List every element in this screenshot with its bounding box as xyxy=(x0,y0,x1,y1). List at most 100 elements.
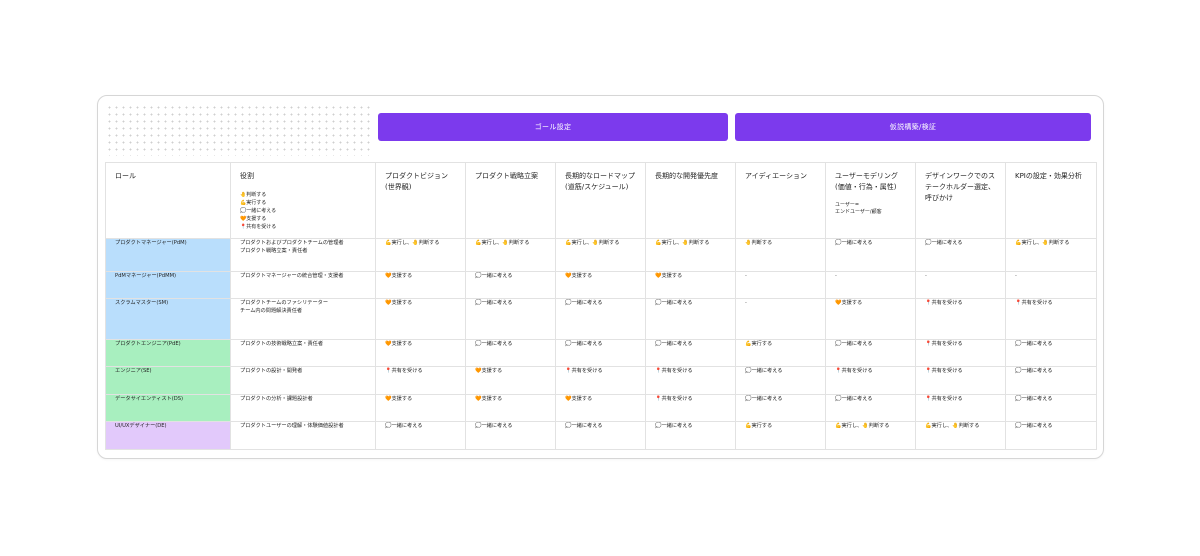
legend-item: 💪実行する xyxy=(240,200,267,206)
raci-board: ゴール設定 仮説構築/検証 ロール 役割 🤚判断する 💪実行する 💭一緒に考える… xyxy=(97,95,1104,459)
table-row: UI/UXデザイナー(DE) プロダクトユーザーの理解・体験価値設計者 💭一緒に考え… xyxy=(105,421,1097,450)
role-cell: スクラムマスター(SM) xyxy=(105,298,231,340)
description-cell: プロダクトの設計・開発者 xyxy=(230,366,376,395)
role-cell: PdMマネージャー(PdMM) xyxy=(105,271,231,299)
group-goal-setting[interactable]: ゴール設定 xyxy=(378,113,728,141)
responsibility-cell[interactable]: 🧡支援する xyxy=(555,271,646,299)
responsibility-cell[interactable]: 💭一緒に考える xyxy=(465,298,556,340)
role-cell: UI/UXデザイナー(DE) xyxy=(105,421,231,450)
column-subtitle: ユーザー= エンドユーザー/顧客 xyxy=(835,202,882,215)
responsibility-cell[interactable]: 💭一緒に考える xyxy=(465,421,556,450)
header-row: ロール 役割 🤚判断する 💪実行する 💭一緒に考える 🧡支援する 📍共有を受ける… xyxy=(105,162,1097,239)
role-cell: データサイエンティスト(DS) xyxy=(105,394,231,422)
column-title: アイディエーション xyxy=(745,172,808,180)
responsibility-cell[interactable]: 💭一緒に考える xyxy=(645,298,736,340)
role-cell: プロダクトマネージャー(PdM) xyxy=(105,238,231,272)
responsibility-cell[interactable]: 💭一緒に考える xyxy=(465,271,556,299)
responsibility-cell[interactable]: 🧡支援する xyxy=(375,271,466,299)
yakuwari-title: 役割 xyxy=(240,172,254,180)
dot-grid-decoration xyxy=(106,104,374,156)
group-hypothesis[interactable]: 仮説構築/検証 xyxy=(735,113,1091,141)
responsibility-cell[interactable]: - xyxy=(735,271,826,299)
responsibility-cell[interactable]: 🧡支援する xyxy=(375,339,466,367)
responsibility-cell[interactable]: 📍共有を受ける xyxy=(555,366,646,395)
responsibility-cell[interactable]: 💪実行し、🤚判断する xyxy=(645,238,736,272)
table-row: エンジニア(SE) プロダクトの設計・開発者 📍共有を受ける 🧡支援する 📍共有を受ける… xyxy=(105,366,1097,395)
responsibility-cell[interactable]: 🧡支援する xyxy=(645,271,736,299)
column-header: プロダクトビジョン (世界観) xyxy=(375,162,466,239)
responsibility-cell[interactable]: - xyxy=(1005,271,1097,299)
responsibility-cell[interactable]: 💭一緒に考える xyxy=(825,339,916,367)
legend-item: 📍共有を受ける xyxy=(240,224,277,230)
responsibility-cell[interactable]: 💪実行する xyxy=(735,339,826,367)
responsibility-cell[interactable]: 🧡支援する xyxy=(465,366,556,395)
responsibility-cell[interactable]: - xyxy=(825,271,916,299)
responsibility-cell[interactable]: 💭一緒に考える xyxy=(1005,394,1097,422)
column-title: 長期的なロードマップ (道筋/スケジュール) xyxy=(565,172,635,191)
responsibility-cell[interactable]: 💪実行し、🤚判断する xyxy=(465,238,556,272)
column-header: デザインワークでのス テークホルダー選定、 呼びかけ xyxy=(915,162,1006,239)
responsibility-cell[interactable]: 📍共有を受ける xyxy=(1005,298,1097,340)
responsibility-cell[interactable]: 📍共有を受ける xyxy=(915,298,1006,340)
description-cell: プロダクトユーザーの理解・体験価値設計者 xyxy=(230,421,376,450)
responsibility-cell[interactable]: 💭一緒に考える xyxy=(825,394,916,422)
table-row: プロダクトエンジニア(PdE) プロダクトの技術戦略立案・責任者 🧡支援する 💭一緒に… xyxy=(105,339,1097,367)
column-title: プロダクトビジョン (世界観) xyxy=(385,172,448,191)
column-header: アイディエーション xyxy=(735,162,826,239)
column-title: KPIの設定・効果分析 xyxy=(1015,172,1082,180)
column-header: 長期的なロードマップ (道筋/スケジュール) xyxy=(555,162,646,239)
responsibility-cell[interactable]: 🧡支援する xyxy=(375,298,466,340)
responsibility-cell[interactable]: 💭一緒に考える xyxy=(555,339,646,367)
responsibility-cell[interactable]: 🧡支援する xyxy=(825,298,916,340)
responsibility-cell[interactable]: 📍共有を受ける xyxy=(825,366,916,395)
column-header: 長期的な開発優先度 xyxy=(645,162,736,239)
responsibility-cell[interactable]: 💭一緒に考える xyxy=(555,298,646,340)
responsibility-cell[interactable]: 💭一緒に考える xyxy=(1005,366,1097,395)
description-cell: プロダクトチームのファシリテーター チーム内の問題解決責任者 xyxy=(230,298,376,340)
column-title: プロダクト戦略立案 xyxy=(475,172,538,180)
responsibility-cell[interactable]: 💭一緒に考える xyxy=(735,394,826,422)
column-title: ユーザーモデリング (価値・行為・属性) xyxy=(835,172,898,191)
responsibility-cell[interactable]: 💪実行する xyxy=(735,421,826,450)
responsibility-cell[interactable]: 💭一緒に考える xyxy=(825,238,916,272)
responsibility-cell[interactable]: 💭一緒に考える xyxy=(645,339,736,367)
responsibility-cell[interactable]: 💪実行し、🤚判断する xyxy=(375,238,466,272)
role-header: ロール xyxy=(105,162,231,239)
column-header: ユーザーモデリング (価値・行為・属性) ユーザー= エンドユーザー/顧客 xyxy=(825,162,916,239)
responsibility-cell[interactable]: 💭一緒に考える xyxy=(555,421,646,450)
responsibility-cell[interactable]: 💭一緒に考える xyxy=(465,339,556,367)
table-row: スクラムマスター(SM) プロダクトチームのファシリテーター チーム内の問題解決責… xyxy=(105,298,1097,340)
responsibility-cell[interactable]: 📍共有を受ける xyxy=(645,394,736,422)
responsibility-cell[interactable]: 🧡支援する xyxy=(465,394,556,422)
table-row: PdMマネージャー(PdMM) プロダクトマネージャーの統合管理・支援者 🧡支援する… xyxy=(105,271,1097,299)
responsibility-cell[interactable]: 💭一緒に考える xyxy=(735,366,826,395)
responsibility-cell[interactable]: 💪実行し、🤚判断する xyxy=(915,421,1006,450)
table-row: データサイエンティスト(DS) プロダクトの分析・課題設計者 🧡支援する 🧡支援する 🧡… xyxy=(105,394,1097,422)
legend-item: 🤚判断する xyxy=(240,192,267,198)
table-row: プロダクトマネージャー(PdM) プロダクトおよびプロダクトチームの管理者 プロダ… xyxy=(105,238,1097,272)
responsibility-cell[interactable]: 📍共有を受ける xyxy=(645,366,736,395)
responsibility-cell[interactable]: 📍共有を受ける xyxy=(915,366,1006,395)
responsibility-cell[interactable]: 📍共有を受ける xyxy=(915,339,1006,367)
responsibility-cell[interactable]: 💪実行し、🤚判断する xyxy=(1005,238,1097,272)
responsibility-cell[interactable]: - xyxy=(735,298,826,340)
responsibility-cell[interactable]: 💪実行し、🤚判断する xyxy=(825,421,916,450)
legend-item: 💭一緒に考える xyxy=(240,208,277,214)
role-cell: プロダクトエンジニア(PdE) xyxy=(105,339,231,367)
legend: 🤚判断する 💪実行する 💭一緒に考える 🧡支援する 📍共有を受ける xyxy=(240,191,375,231)
responsibility-cell[interactable]: 🧡支援する xyxy=(375,394,466,422)
responsibility-cell[interactable]: 💭一緒に考える xyxy=(645,421,736,450)
responsibility-cell[interactable]: 💭一緒に考える xyxy=(1005,421,1097,450)
responsibility-cell[interactable]: - xyxy=(915,271,1006,299)
column-title: 長期的な開発優先度 xyxy=(655,172,718,180)
responsibility-cell[interactable]: 🧡支援する xyxy=(555,394,646,422)
description-cell: プロダクトマネージャーの統合管理・支援者 xyxy=(230,271,376,299)
legend-item: 🧡支援する xyxy=(240,216,267,222)
responsibility-cell[interactable]: 💭一緒に考える xyxy=(375,421,466,450)
responsibility-cell[interactable]: 📍共有を受ける xyxy=(915,394,1006,422)
responsibility-cell[interactable]: 💪実行し、🤚判断する xyxy=(555,238,646,272)
responsibility-cell[interactable]: 📍共有を受ける xyxy=(375,366,466,395)
responsibility-cell[interactable]: 💭一緒に考える xyxy=(915,238,1006,272)
responsibility-cell[interactable]: 💭一緒に考える xyxy=(1005,339,1097,367)
responsibility-cell[interactable]: 🤚判断する xyxy=(735,238,826,272)
